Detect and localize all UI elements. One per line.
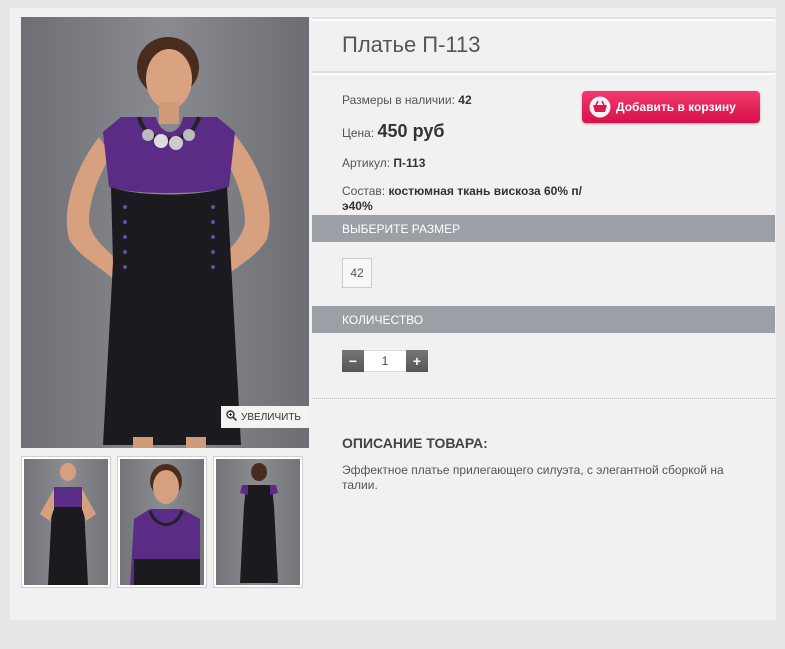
quantity-increase-button[interactable]: +: [406, 350, 428, 372]
description-section: ОПИСАНИЕ ТОВАРА: Эффектное платье прилег…: [312, 399, 775, 493]
price-label: Цена:: [342, 126, 375, 140]
product-details: Платье П-113 Размеры в наличии: 42 Цена:…: [312, 17, 775, 493]
dress-model-illustration: [66, 37, 270, 448]
add-to-cart-button[interactable]: Добавить в корзину: [582, 91, 760, 123]
description-header: ОПИСАНИЕ ТОВАРА:: [342, 435, 488, 451]
zoom-label: УВЕЛИЧИТЬ: [241, 411, 301, 423]
product-info: Размеры в наличии: 42 Цена: 450 руб Арти…: [312, 73, 775, 215]
size-option[interactable]: 42: [342, 258, 372, 288]
size-section-header: ВЫБЕРИТЕ РАЗМЕР: [312, 215, 775, 242]
sizes-label: Размеры в наличии:: [342, 93, 455, 107]
main-product-photo[interactable]: УВЕЛИЧИТЬ: [21, 17, 309, 448]
thumbnail-back-image: [240, 463, 278, 583]
article-row: Артикул: П-113: [342, 156, 745, 170]
thumbnail-closeup[interactable]: [117, 456, 207, 588]
add-to-cart-label: Добавить в корзину: [616, 100, 736, 114]
composition-row: Состав: костюмная ткань вискоза 60% п/э4…: [342, 184, 582, 214]
magnifier-icon: [226, 410, 238, 424]
basket-icon: [584, 91, 616, 123]
quantity-input[interactable]: 1: [364, 350, 406, 372]
description-text: Эффектное платье прилегающего силуэта, с…: [342, 463, 724, 492]
thumbnail-back[interactable]: [213, 456, 303, 588]
thumbnail-front[interactable]: [21, 456, 111, 588]
zoom-button[interactable]: УВЕЛИЧИТЬ: [221, 406, 309, 428]
thumbnail-strip: [21, 456, 303, 588]
article-label: Артикул:: [342, 156, 391, 170]
price-value: 450 руб: [377, 121, 445, 141]
price-row: Цена: 450 руб: [342, 121, 745, 142]
thumbnail-front-image: [40, 463, 96, 585]
quantity-section-header: КОЛИЧЕСТВО: [312, 306, 775, 333]
size-options: 42: [312, 242, 775, 306]
thumbnail-closeup-image: [130, 464, 200, 585]
article-value: П-113: [393, 156, 426, 170]
composition-label: Состав:: [342, 184, 386, 198]
quantity-decrease-button[interactable]: −: [342, 350, 364, 372]
title-bar: Платье П-113: [312, 17, 775, 73]
sizes-value: 42: [458, 93, 472, 107]
product-title: Платье П-113: [342, 32, 481, 57]
quantity-stepper: − 1 +: [312, 333, 775, 398]
